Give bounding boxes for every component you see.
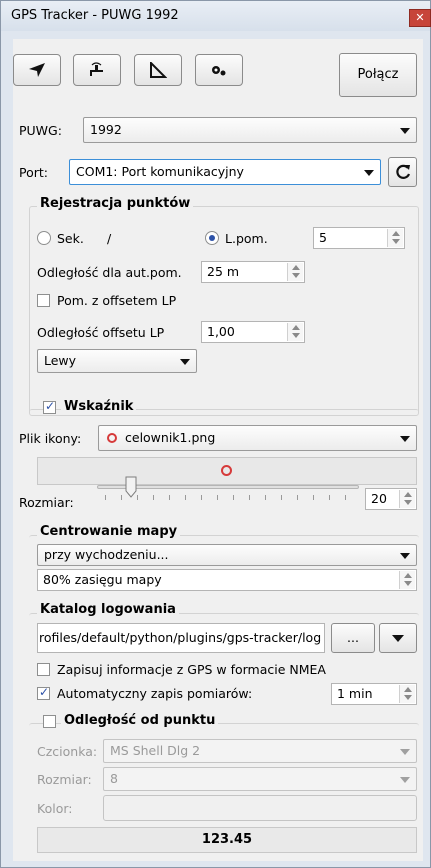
main-panel: Połącz PUWG: 1992 Port: COM1: Port komun… [13,39,423,861]
lpom-label: L.pom. [225,231,268,246]
auto-distance-spinbox[interactable]: 25 m [201,261,305,283]
registration-group-title: Rejestracja punktów [37,196,194,211]
chevron-down-icon [400,436,410,442]
auto-save-label: Automatyczny zapis pomiarów: [57,686,253,701]
gps-tracker-window: GPS Tracker - PUWG 1992 ✕ Połącz PUWG: 1… [0,0,431,868]
crosshair-preview-icon [221,465,232,476]
offset-distance-value: 1,00 [207,324,235,339]
size-label: Rozmiar: [19,495,74,510]
window-title: GPS Tracker - PUWG 1992 [11,8,179,23]
color-label: Kolor: [37,801,73,816]
port-value: COM1: Port komunikacyjny [76,164,244,179]
size-slider-ticks [105,495,355,501]
color-picker-button[interactable] [103,795,417,821]
side-select[interactable]: Lewy [37,349,197,373]
font-size-select[interactable]: 8 [103,767,417,791]
chevron-down-icon [180,359,190,365]
offset-distance-spinbox[interactable]: 1,00 [201,321,305,343]
chevron-down-icon [400,128,410,134]
spin-arrows-icon[interactable] [399,685,415,703]
browse-button[interactable]: ... [331,623,375,653]
auto-distance-value: 25 m [207,264,240,279]
port-label: Port: [19,165,48,180]
refresh-ports-button[interactable] [388,157,417,187]
crosshair-ring-icon [107,433,117,443]
close-button[interactable]: ✕ [409,9,431,27]
chevron-down-icon [364,170,374,176]
sek-label: Sek. [57,231,84,246]
spin-arrows-icon[interactable] [287,263,303,281]
log-path-value: rofiles/default/python/plugins/gps-track… [39,630,322,645]
puwg-value: 1992 [90,122,122,137]
spin-arrows-icon[interactable] [399,490,415,508]
chevron-down-icon [400,777,410,783]
auto-distance-label: Odległość dla aut.pom. [37,265,182,280]
icon-file-label: Plik ikony: [19,431,82,446]
connect-button[interactable]: Połącz [339,53,417,97]
icon-file-value: celownik1.png [125,430,216,445]
indicator-checkbox[interactable] [43,399,56,414]
puwg-select[interactable]: 1992 [83,117,417,143]
chevron-down-icon [400,749,410,755]
nmea-label: Zapisuj informacje z GPS w formacie NMEA [57,662,326,677]
side-value: Lewy [44,353,77,368]
offset-checkbox-label: Pom. z offsetem LP [57,293,177,308]
nmea-checkbox[interactable] [37,663,50,676]
auto-save-checkbox[interactable] [37,685,50,700]
sek-radio[interactable] [37,231,51,245]
offset-checkbox[interactable] [37,294,50,307]
centering-mode-select[interactable]: przy wychodzeniu... [37,544,417,566]
auto-save-interval-value: 1 min [337,686,373,701]
size-value: 20 [371,491,387,506]
lpom-value: 5 [319,230,327,245]
size-spinbox[interactable]: 20 [365,488,417,510]
font-size-label: Rozmiar: [37,772,92,787]
puwg-label: PUWG: [19,123,62,138]
title-bar[interactable]: GPS Tracker - PUWG 1992 ✕ [1,1,431,31]
font-select[interactable]: MS Shell Dlg 2 [103,739,417,763]
icon-file-select[interactable]: celownik1.png [98,425,417,451]
distance-group-title: Odległość od punktu [61,713,219,728]
centering-group-title: Centrowanie mapy [37,524,181,539]
distance-checkbox[interactable] [43,715,56,728]
font-value: MS Shell Dlg 2 [110,743,201,758]
spin-arrows-icon[interactable] [399,571,415,589]
auto-save-interval-spinbox[interactable]: 1 min [331,683,417,705]
distance-readout: 123.45 [37,827,417,853]
spin-arrows-icon[interactable] [387,229,403,247]
chevron-down-icon [392,635,404,642]
spin-arrows-icon[interactable] [287,323,303,341]
centering-mode-value: przy wychodzeniu... [44,547,169,562]
indicator-group-title: Wskaźnik [61,399,137,414]
font-size-value: 8 [110,771,118,786]
offset-distance-label: Odległość offsetu LP [37,325,165,340]
log-options-button[interactable] [379,623,417,653]
gears-icon [212,66,226,76]
triangle-ruler-icon [150,62,167,78]
font-label: Czcionka: [37,744,98,759]
antenna-icon [90,62,103,76]
settings-button[interactable] [195,54,243,86]
lpom-radio[interactable] [205,231,219,245]
log-path-field[interactable]: rofiles/default/python/plugins/gps-track… [37,623,325,653]
lpom-spinbox[interactable]: 5 [313,227,405,249]
map-range-value: 80% zasięgu mapy [43,572,162,587]
navigate-button[interactable] [13,54,61,86]
separator-slash: / [107,231,112,246]
port-select[interactable]: COM1: Port komunikacyjny [69,159,381,185]
icon-preview [37,457,417,485]
log-directory-group-title: Katalog logowania [37,602,179,617]
chevron-down-icon [400,553,410,559]
map-range-spinbox[interactable]: 80% zasięgu mapy [37,569,417,591]
measure-button[interactable] [134,54,182,86]
size-slider-handle[interactable] [125,476,137,498]
navigation-arrow-icon [29,63,45,77]
refresh-icon [396,164,411,179]
gps-antenna-button[interactable] [73,54,121,86]
